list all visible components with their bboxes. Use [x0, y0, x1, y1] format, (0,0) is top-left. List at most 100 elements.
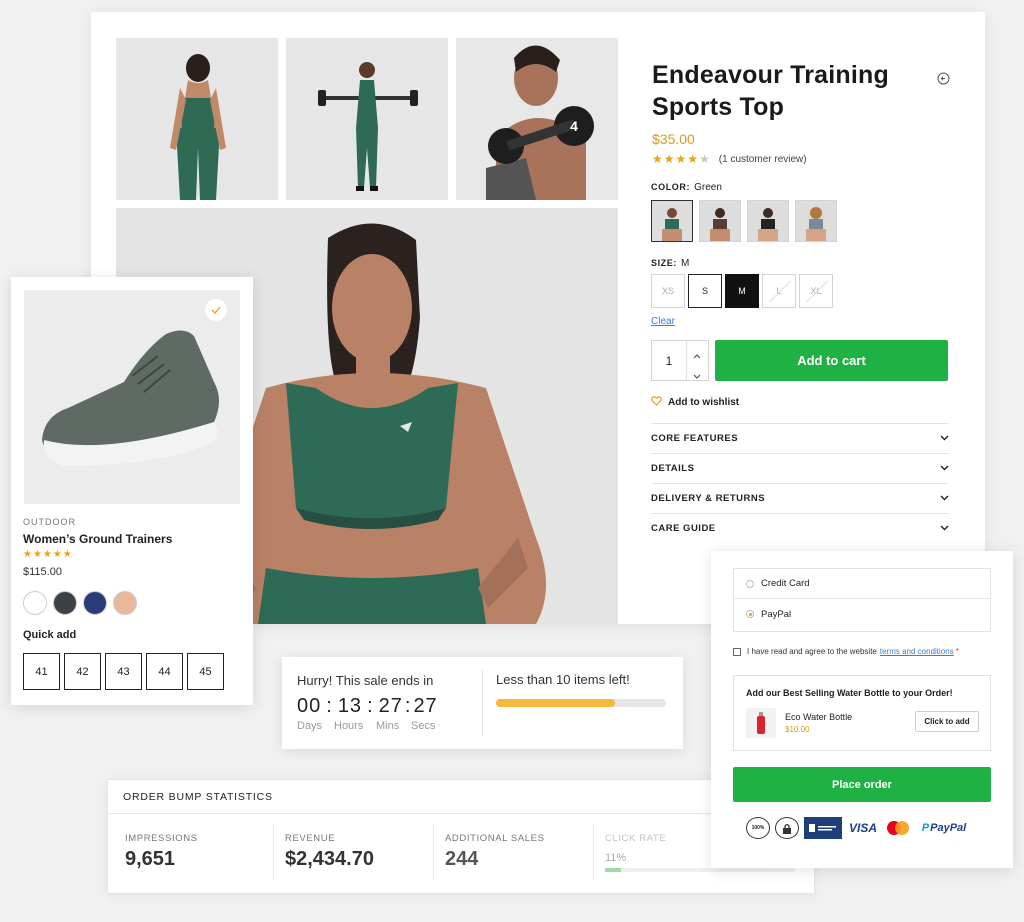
trust-badges: 100% VISA P PayPal: [746, 817, 971, 839]
stock-progress-bar: [496, 699, 666, 707]
chevron-down-icon: [940, 493, 949, 504]
shoe-name[interactable]: Women’s Ground Trainers: [23, 532, 172, 546]
radio-icon[interactable]: [746, 579, 754, 588]
bump-item-name: Eco Water Bottle: [785, 712, 853, 722]
quantity-value[interactable]: 1: [652, 341, 686, 380]
terms-agreement: I have read and agree to the website ter…: [733, 647, 959, 656]
countdown-mins: 27: [378, 695, 403, 717]
stat-impressions: IMPRESSIONS 9,651: [125, 833, 198, 871]
payment-method-label: PayPal: [761, 608, 792, 620]
accordion-details[interactable]: DETAILS: [651, 453, 949, 483]
shoe-size-42[interactable]: 42: [64, 653, 101, 690]
swatch-black[interactable]: [747, 200, 789, 242]
stat-label: REVENUE: [285, 833, 336, 844]
quantity-stepper[interactable]: 1: [651, 340, 709, 381]
color-swatches: [651, 200, 837, 242]
bump-add-button[interactable]: Click to add: [915, 711, 979, 732]
stat-value: $2,434.70: [285, 848, 374, 870]
clear-selection-link[interactable]: Clear: [651, 316, 675, 327]
wishlist-label: Add to wishlist: [668, 397, 740, 408]
chevron-down-icon: [940, 523, 949, 534]
terms-checkbox[interactable]: [733, 647, 741, 656]
chevron-down-icon[interactable]: [692, 367, 702, 385]
place-order-button[interactable]: Place order: [733, 767, 991, 802]
radio-icon[interactable]: [746, 610, 754, 618]
stat-value: 244: [445, 848, 479, 870]
terms-link[interactable]: terms and conditions: [880, 647, 954, 656]
rating-stars: ★★★★★: [652, 152, 711, 166]
countdown-secs-label: Secs: [411, 720, 436, 732]
product-accordion: CORE FEATURES DETAILS DELIVERY & RETURNS…: [651, 423, 949, 543]
payment-paypal[interactable]: PayPal: [734, 599, 990, 629]
size-xs[interactable]: XS: [651, 274, 685, 308]
order-bump-box: Add our Best Selling Water Bottle to you…: [733, 675, 991, 751]
stock-progress-fill: [496, 699, 615, 707]
size-label: SIZE: M: [651, 258, 690, 269]
swatch-grey[interactable]: [795, 200, 837, 242]
guarantee-badge-icon: 100%: [746, 817, 770, 839]
payment-credit-card[interactable]: Credit Card: [734, 569, 990, 599]
chevron-up-icon[interactable]: [692, 347, 702, 365]
color-white[interactable]: [23, 591, 47, 615]
swatch-brown[interactable]: [699, 200, 741, 242]
stat-label: ADDITIONAL SALES: [445, 833, 545, 844]
add-to-cart-button[interactable]: Add to cart: [715, 340, 948, 381]
size-s[interactable]: S: [688, 274, 722, 308]
shoe-photo[interactable]: [24, 290, 240, 504]
stock-warning: Less than 10 items left!: [496, 672, 630, 687]
order-bump-title: Add our Best Selling Water Bottle to you…: [746, 688, 953, 698]
color-charcoal[interactable]: [53, 591, 77, 615]
product-title: Endeavour Training Sports Top: [652, 61, 889, 121]
shoe-size-options: 41 42 43 44 45: [23, 653, 224, 690]
product-price: $35.00: [652, 131, 695, 147]
color-label: COLOR: Green: [651, 182, 722, 193]
check-icon[interactable]: [205, 299, 227, 321]
size-xl[interactable]: XL: [799, 274, 833, 308]
product-photo-dumbbell[interactable]: 4: [456, 38, 618, 200]
shoe-category: OUTDOOR: [23, 517, 76, 527]
countdown-hours-label: Hours: [334, 720, 364, 732]
chevron-down-icon: [940, 433, 949, 444]
size-options: XS S M L XL: [651, 274, 833, 308]
sale-countdown-card: Hurry! This sale ends in 00:13:27:27 Day…: [282, 657, 683, 749]
terms-text: I have read and agree to the website: [747, 647, 877, 656]
stat-additional-sales: ADDITIONAL SALES 244: [445, 833, 545, 871]
heart-icon: [651, 396, 662, 409]
product-rating: ★★★★★ (1 customer review): [652, 152, 807, 166]
back-arrow-icon[interactable]: [937, 72, 950, 90]
checkout-card: Credit Card PayPal I have read and agree…: [711, 551, 1013, 868]
countdown-mins-label: Mins: [376, 720, 400, 732]
add-to-wishlist-link[interactable]: Add to wishlist: [651, 396, 739, 409]
size-m[interactable]: M: [725, 274, 759, 308]
shoe-size-43[interactable]: 43: [105, 653, 142, 690]
accordion-label: CARE GUIDE: [651, 523, 716, 534]
color-peach[interactable]: [113, 591, 137, 615]
svg-text:4: 4: [570, 118, 578, 134]
product-photo-barbell[interactable]: [286, 38, 448, 200]
mastercard-icon: [884, 817, 912, 839]
required-marker: *: [955, 647, 959, 656]
shoe-size-45[interactable]: 45: [187, 653, 224, 690]
shoe-color-options: [23, 591, 137, 615]
color-navy[interactable]: [83, 591, 107, 615]
bump-item-price: $10.00: [785, 725, 810, 734]
product-photo-back[interactable]: [116, 38, 278, 200]
stat-label: IMPRESSIONS: [125, 833, 198, 844]
shoe-size-44[interactable]: 44: [146, 653, 183, 690]
stats-title: ORDER BUMP STATISTICS: [123, 791, 273, 803]
water-bottle-icon: [746, 708, 776, 738]
accordion-core-features[interactable]: CORE FEATURES: [651, 423, 949, 453]
accordion-delivery-returns[interactable]: DELIVERY & RETURNS: [651, 483, 949, 513]
payment-methods: Credit Card PayPal: [733, 568, 991, 632]
bbb-badge-icon: [804, 817, 842, 839]
swatch-green[interactable]: [651, 200, 693, 242]
chevron-down-icon: [940, 463, 949, 474]
review-count-link[interactable]: (1 customer review): [719, 154, 807, 165]
shoe-product-card: OUTDOOR Women’s Ground Trainers ★★★★★ $1…: [11, 277, 253, 705]
accordion-care-guide[interactable]: CARE GUIDE: [651, 513, 949, 543]
size-l[interactable]: L: [762, 274, 796, 308]
stat-revenue: REVENUE $2,434.70: [285, 833, 374, 871]
shoe-size-41[interactable]: 41: [23, 653, 60, 690]
accordion-label: DELIVERY & RETURNS: [651, 493, 766, 504]
click-rate-bar: [605, 868, 795, 872]
